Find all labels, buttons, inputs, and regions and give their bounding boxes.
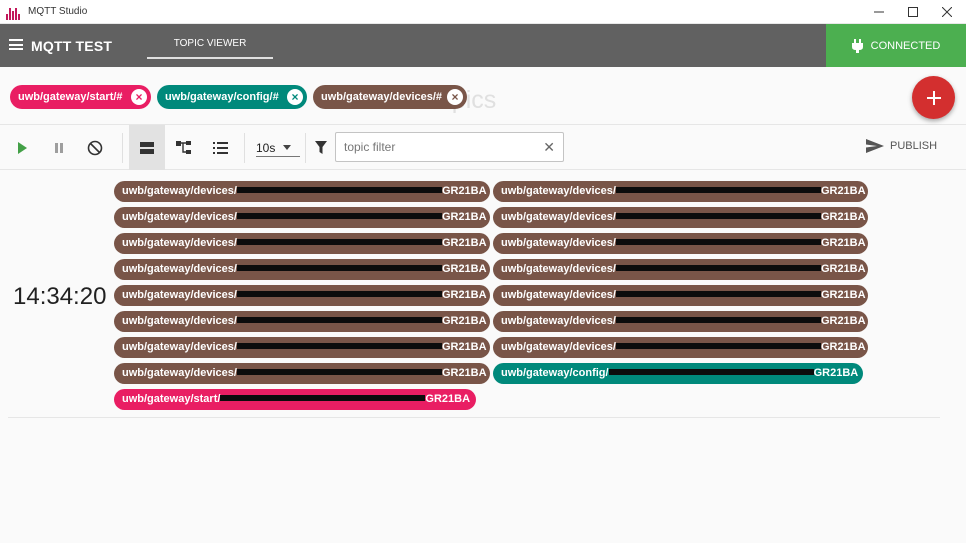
remove-subscription-icon[interactable]: ×: [131, 89, 147, 105]
window-title: MQTT Studio: [28, 6, 88, 17]
tab-topic-viewer[interactable]: TOPIC VIEWER: [147, 24, 273, 67]
clear-messages-icon[interactable]: [77, 125, 113, 170]
interval-select[interactable]: 10s: [256, 139, 300, 157]
message-chip[interactable]: uwb/gateway/devices/GR21BA: [114, 285, 490, 306]
interval-value: 10s: [256, 140, 276, 155]
pause-icon[interactable]: [41, 125, 77, 170]
message-chip[interactable]: uwb/gateway/devices/GR21BA: [114, 363, 490, 384]
maximize-icon[interactable]: [896, 0, 930, 24]
hamburger-menu-icon[interactable]: [9, 39, 23, 50]
subscription-chip-start[interactable]: uwb/gateway/start/# ×: [10, 85, 151, 109]
play-icon[interactable]: [4, 125, 40, 170]
topic-filter-field[interactable]: ✕: [335, 132, 564, 162]
message-chip[interactable]: uwb/gateway/devices/GR21BA: [493, 233, 868, 254]
plus-icon: [926, 90, 941, 105]
subscription-chip-label: uwb/gateway/config/#: [165, 91, 279, 103]
message-chip[interactable]: uwb/gateway/devices/GR21BA: [114, 181, 490, 202]
message-chip[interactable]: uwb/gateway/config/GR21BA: [493, 363, 863, 384]
message-chip[interactable]: uwb/gateway/devices/GR21BA: [114, 311, 490, 332]
message-chip[interactable]: uwb/gateway/devices/GR21BA: [493, 259, 868, 280]
filter-icon: [303, 125, 339, 170]
subscription-chip-label: uwb/gateway/devices/#: [321, 91, 443, 103]
app-bar: MQTT TEST TOPIC VIEWER CONNECTED: [0, 24, 966, 67]
subscription-chip-devices[interactable]: uwb/gateway/devices/# ×: [313, 85, 467, 109]
send-icon: [866, 139, 884, 153]
message-chip[interactable]: uwb/gateway/devices/GR21BA: [493, 337, 868, 358]
add-subscription-button[interactable]: [912, 76, 955, 119]
minimize-icon[interactable]: [862, 0, 896, 24]
chevron-down-icon: [283, 145, 292, 150]
message-chip[interactable]: uwb/gateway/devices/GR21BA: [493, 207, 868, 228]
message-chip[interactable]: uwb/gateway/devices/GR21BA: [114, 233, 490, 254]
app-logo-icon: [6, 4, 22, 20]
subscription-chip-label: uwb/gateway/start/#: [18, 91, 123, 103]
publish-label: PUBLISH: [890, 140, 938, 152]
publish-button[interactable]: PUBLISH: [866, 139, 937, 153]
plug-icon: [851, 38, 863, 53]
message-chip[interactable]: uwb/gateway/devices/GR21BA: [114, 207, 490, 228]
remove-subscription-icon[interactable]: ×: [447, 89, 463, 105]
tree-view-icon[interactable]: [166, 125, 202, 170]
message-chip[interactable]: uwb/gateway/devices/GR21BA: [114, 337, 490, 358]
list-view-icon[interactable]: [202, 125, 238, 170]
subscription-chip-config[interactable]: uwb/gateway/config/# ×: [157, 85, 307, 109]
message-chip[interactable]: uwb/gateway/devices/GR21BA: [114, 259, 490, 280]
topic-filter-input[interactable]: [344, 140, 534, 154]
divider: [8, 417, 940, 418]
message-chip[interactable]: uwb/gateway/devices/GR21BA: [493, 181, 868, 202]
connection-name: MQTT TEST: [31, 38, 113, 54]
connected-label: CONNECTED: [870, 39, 941, 52]
window-titlebar: MQTT Studio: [0, 0, 966, 24]
stacked-view-icon[interactable]: [129, 125, 165, 170]
message-timestamp: 14:34:20: [13, 283, 107, 310]
topic-viewer-content: 14:34:20 uwb/gateway/devices/GR21BA uwb/…: [0, 170, 966, 543]
subscriptions-bar: d Topics uwb/gateway/start/# × uwb/gatew…: [0, 67, 966, 125]
message-chip[interactable]: uwb/gateway/devices/GR21BA: [493, 285, 868, 306]
clear-filter-icon[interactable]: ✕: [543, 139, 555, 156]
remove-subscription-icon[interactable]: ×: [287, 89, 303, 105]
message-chip[interactable]: uwb/gateway/devices/GR21BA: [493, 311, 868, 332]
close-window-icon[interactable]: [930, 0, 964, 24]
viewer-toolbar: 10s ✕ PUBLISH: [0, 125, 966, 170]
message-chip[interactable]: uwb/gateway/start/GR21BA: [114, 389, 476, 410]
connected-button[interactable]: CONNECTED: [826, 24, 966, 67]
